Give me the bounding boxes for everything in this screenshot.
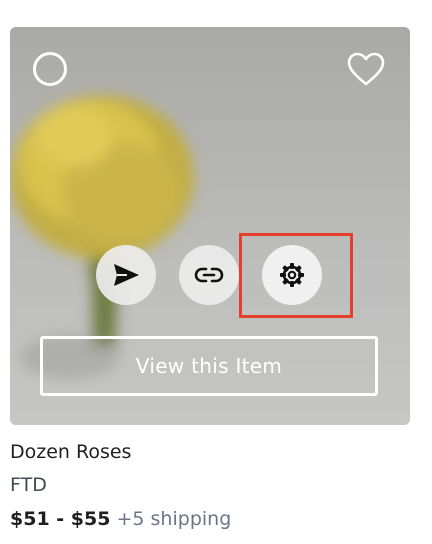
product-title[interactable]: Dozen Roses <box>10 441 131 463</box>
product-brand: FTD <box>10 474 47 496</box>
copy-link-button[interactable] <box>179 245 239 305</box>
heart-icon[interactable] <box>346 50 386 90</box>
product-price: $51 - $55 <box>10 508 111 530</box>
price-row: $51 - $55 +5 shipping <box>10 508 231 530</box>
select-circle-icon[interactable] <box>33 52 67 86</box>
gear-icon <box>280 263 304 287</box>
product-card[interactable]: View this Item <box>10 27 410 425</box>
send-icon <box>114 264 139 286</box>
shipping-cost: +5 shipping <box>116 508 232 530</box>
send-button[interactable] <box>96 245 156 305</box>
view-item-button[interactable]: View this Item <box>40 336 378 396</box>
link-icon <box>194 267 224 283</box>
settings-button[interactable] <box>262 245 322 305</box>
